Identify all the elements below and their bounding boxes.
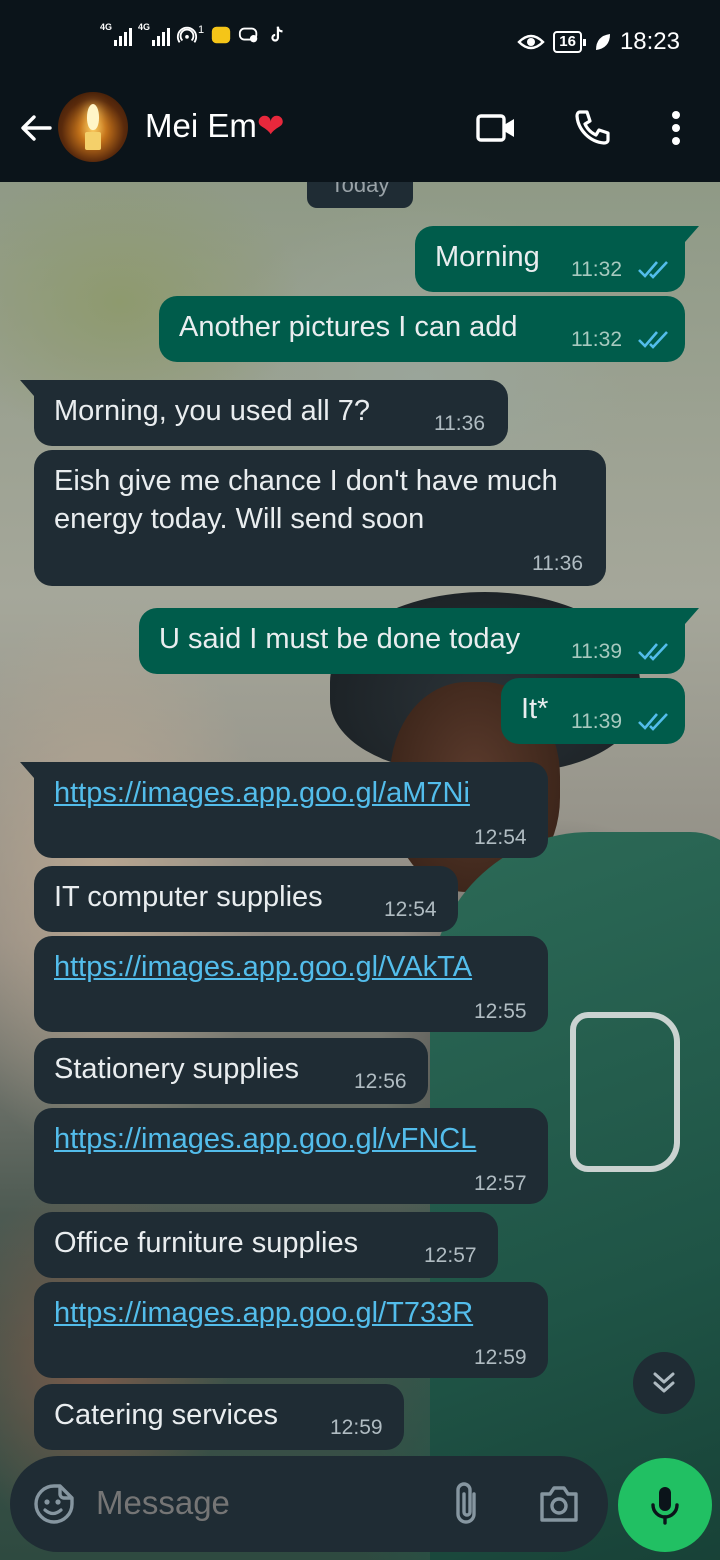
message-incoming-link[interactable]: https://images.app.goo.gl/aM7Ni 12:54: [20, 762, 548, 858]
battery-level: 16: [553, 31, 586, 53]
message-text: U said I must be done today: [159, 623, 521, 655]
message-incoming[interactable]: Catering services 12:59: [34, 1384, 404, 1450]
camera-icon[interactable]: [536, 1482, 582, 1526]
message-incoming[interactable]: Office furniture supplies 12:57: [34, 1212, 498, 1278]
message-text: Stationery supplies: [54, 1053, 300, 1085]
signal-sim2-icon: 4G: [138, 22, 170, 46]
message-link[interactable]: https://images.app.goo.gl/vFNCL: [54, 1120, 476, 1158]
message-time: 11:36: [434, 412, 485, 435]
message-text: Morning, you used all 7?: [54, 395, 370, 427]
message-input[interactable]: [96, 1484, 426, 1522]
message-time: 11:39: [571, 640, 622, 663]
more-options-icon[interactable]: [654, 106, 698, 150]
hotspot-icon: [176, 26, 198, 43]
mic-icon: [651, 1487, 679, 1525]
message-outgoing[interactable]: Morning 11:32: [415, 226, 699, 292]
message-outgoing[interactable]: Another pictures I can add 11:32: [159, 296, 685, 362]
message-incoming-link[interactable]: https://images.app.goo.gl/vFNCL 12:57: [34, 1108, 548, 1204]
read-ticks-icon: [638, 713, 668, 731]
heart-emoji: ❤: [256, 107, 285, 144]
message-time: 11:39: [571, 710, 622, 733]
message-time: 12:59: [474, 1346, 527, 1369]
message-composer: [10, 1456, 608, 1552]
read-ticks-icon: [638, 643, 668, 661]
video-call-icon[interactable]: [474, 106, 518, 150]
message-link[interactable]: https://images.app.goo.gl/aM7Ni: [54, 774, 470, 812]
message-incoming[interactable]: IT computer supplies 12:54: [34, 866, 458, 932]
chat-area[interactable]: Today Morning 11:32 Another pictures I c…: [0, 182, 720, 1560]
message-time: 11:32: [571, 258, 622, 281]
tiktok-icon: [271, 26, 283, 42]
status-time: 18:23: [619, 28, 680, 55]
contact-name-text: Mei Em: [145, 107, 257, 144]
phone-icon[interactable]: [570, 106, 614, 150]
wallpaper-logo: [570, 1012, 680, 1172]
message-text: Office furniture supplies: [54, 1227, 359, 1259]
message-incoming[interactable]: Eish give me chance I don't have much en…: [34, 450, 606, 586]
message-text: Catering services: [54, 1399, 279, 1431]
message-incoming-link[interactable]: https://images.app.goo.gl/VAkTA 12:55: [34, 936, 548, 1032]
message-time: 12:56: [354, 1070, 407, 1093]
signal-sim1-icon: 4G: [100, 22, 132, 46]
date-chip: Today: [307, 182, 413, 208]
back-arrow-icon[interactable]: [16, 108, 56, 148]
hotspot-badge: 1: [198, 24, 205, 36]
scroll-to-bottom-button[interactable]: [633, 1352, 695, 1414]
message-incoming[interactable]: Morning, you used all 7? 11:36: [20, 380, 508, 446]
message-time: 12:54: [474, 826, 527, 849]
chat-header: Mei Em❤: [0, 86, 720, 182]
notes-app-icon: [211, 26, 231, 44]
message-link[interactable]: https://images.app.goo.gl/T733R: [54, 1294, 473, 1332]
message-text: Morning: [435, 241, 540, 273]
chevron-double-down-icon: [653, 1372, 675, 1393]
message-time: 12:57: [424, 1244, 477, 1267]
message-text: Another pictures I can add: [179, 311, 518, 343]
status-bar: 4G 4G 1 16 18:23: [0, 0, 720, 86]
message-time: 11:32: [571, 328, 622, 351]
read-ticks-icon: [638, 331, 668, 349]
contact-name[interactable]: Mei Em❤: [145, 106, 285, 145]
sim2-network-label: 4G: [138, 22, 151, 32]
mic-button[interactable]: [618, 1458, 712, 1552]
message-outgoing[interactable]: It* 11:39: [501, 678, 685, 744]
message-text: IT computer supplies: [54, 881, 323, 913]
message-outgoing[interactable]: U said I must be done today 11:39: [139, 608, 699, 674]
sim1-network-label: 4G: [100, 22, 113, 32]
sticker-icon[interactable]: [32, 1482, 76, 1526]
message-text: It*: [521, 693, 549, 725]
candle-body: [85, 132, 101, 150]
candle-flame: [87, 104, 99, 130]
message-text: Eish give me chance I don't have much en…: [54, 465, 558, 535]
game-app-icon: [239, 27, 258, 43]
contact-avatar[interactable]: [58, 92, 128, 162]
attach-icon[interactable]: [446, 1480, 486, 1528]
status-icons-left: 4G 4G 1: [100, 22, 288, 46]
eye-comfort-icon: [517, 34, 545, 50]
message-time: 12:59: [330, 1416, 383, 1439]
message-time: 12:55: [474, 1000, 527, 1023]
read-ticks-icon: [638, 261, 668, 279]
message-incoming-link[interactable]: https://images.app.goo.gl/T733R 12:59: [34, 1282, 548, 1378]
message-time: 12:54: [384, 898, 437, 921]
leaf-power-saving-icon: [595, 34, 610, 50]
message-link[interactable]: https://images.app.goo.gl/VAkTA: [54, 948, 472, 986]
status-icons-right: 16 18:23: [517, 28, 680, 56]
message-incoming[interactable]: Stationery supplies 12:56: [34, 1038, 428, 1104]
message-time: 12:57: [474, 1172, 527, 1195]
message-time: 11:36: [532, 552, 583, 575]
